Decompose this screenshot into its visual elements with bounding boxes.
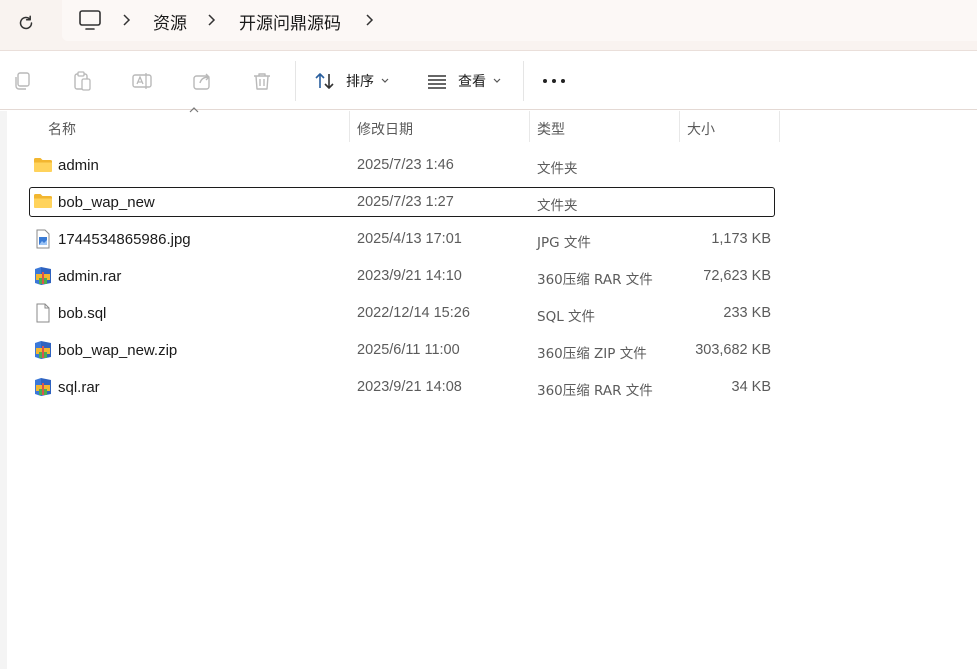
archive-icon [35, 341, 51, 359]
this-pc-icon[interactable] [78, 9, 102, 31]
paste-icon [74, 71, 91, 91]
file-modified: 2025/6/11 11:00 [357, 342, 460, 358]
view-button[interactable]: 查看 [426, 65, 502, 97]
file-size: 34 KB [731, 379, 772, 395]
folder-icon [34, 194, 52, 208]
chevron-right-icon[interactable] [120, 12, 134, 28]
file-name: bob_wap_new.zip [58, 342, 178, 359]
view-list-icon [428, 75, 446, 89]
column-header-name-label: 名称 [48, 122, 76, 138]
file-name: 1744534865986.jpg [58, 231, 191, 248]
sort-label: 排序 [346, 74, 374, 90]
image-file-icon [36, 229, 50, 249]
file-modified: 2023/9/21 14:08 [357, 379, 462, 395]
more-icon [543, 79, 565, 83]
file-size: 233 KB [723, 305, 771, 321]
archive-icon [35, 267, 51, 285]
file-row[interactable]: 1744534865986.jpg 2025/4/13 17:01 JPG 文件… [29, 225, 775, 255]
file-modified: 2023/9/21 14:10 [357, 268, 462, 284]
column-header-modified[interactable]: 修改日期 [350, 111, 528, 142]
file-name: bob_wap_new [58, 194, 155, 211]
column-header-size-label: 大小 [687, 122, 715, 138]
copy-button[interactable] [9, 68, 35, 94]
file-modified: 2025/7/23 1:27 [357, 194, 454, 210]
column-header-name[interactable]: 名称 [38, 111, 349, 142]
column-divider[interactable] [779, 111, 780, 142]
rename-icon [132, 73, 152, 89]
chevron-right-icon[interactable] [363, 12, 377, 28]
file-type: 360压缩 ZIP 文件 [537, 346, 647, 362]
chevron-right-icon[interactable] [205, 12, 219, 28]
address-bar: 资源 开源问鼎源码 [0, 0, 977, 50]
file-size: 72,623 KB [703, 268, 771, 284]
breadcrumb-item-current-folder[interactable]: 开源问鼎源码 [239, 9, 341, 34]
refresh-icon [19, 15, 33, 30]
column-header-type-label: 类型 [537, 122, 565, 138]
paste-button[interactable] [69, 68, 95, 94]
file-name: admin.rar [58, 268, 122, 285]
share-button[interactable] [189, 68, 215, 94]
view-label: 查看 [458, 74, 486, 90]
file-type: 360压缩 RAR 文件 [537, 272, 653, 288]
share-icon [193, 73, 210, 90]
file-row[interactable]: sql.rar 2023/9/21 14:08 360压缩 RAR 文件 34 … [29, 373, 775, 403]
sort-icon [315, 73, 334, 89]
column-header-type[interactable]: 类型 [530, 111, 678, 142]
chevron-down-icon [493, 78, 501, 83]
sort-button[interactable]: 排序 [314, 65, 390, 97]
file-name: admin [58, 157, 99, 174]
column-header-modified-label: 修改日期 [357, 122, 413, 138]
breadcrumb[interactable]: 资源 开源问鼎源码 [62, 0, 977, 41]
file-name: bob.sql [58, 305, 107, 322]
file-modified: 2025/4/13 17:01 [357, 231, 462, 247]
file-type: 文件夹 [537, 161, 578, 177]
rename-button[interactable] [129, 68, 155, 94]
trash-icon [254, 73, 270, 90]
file-modified: 2022/12/14 15:26 [357, 305, 470, 321]
file-row[interactable]: bob_wap_new.zip 2025/6/11 11:00 360压缩 ZI… [29, 336, 775, 366]
file-row[interactable]: bob.sql 2022/12/14 15:26 SQL 文件 233 KB [29, 299, 775, 329]
more-options-button[interactable] [541, 68, 567, 94]
command-bar: 排序 查看 [0, 50, 977, 110]
delete-button[interactable] [249, 68, 275, 94]
toolbar-divider [295, 61, 296, 101]
file-type: 文件夹 [537, 198, 578, 214]
folder-icon [34, 158, 52, 172]
file-size: 1,173 KB [711, 231, 771, 247]
file-type: 360压缩 RAR 文件 [537, 383, 653, 399]
file-row[interactable]: admin 2025/7/23 1:46 文件夹 [29, 151, 775, 181]
file-row[interactable]: admin.rar 2023/9/21 14:10 360压缩 RAR 文件 7… [29, 262, 775, 292]
file-type: JPG 文件 [537, 235, 591, 251]
copy-icon [15, 72, 30, 90]
archive-icon [35, 378, 51, 396]
file-name: sql.rar [58, 379, 100, 396]
file-row-selected[interactable]: bob_wap_new 2025/7/23 1:27 文件夹 [29, 187, 775, 217]
file-icon [36, 303, 50, 323]
chevron-down-icon [381, 78, 389, 83]
toolbar-divider [523, 61, 524, 101]
breadcrumb-item-resources[interactable]: 资源 [153, 9, 187, 34]
file-modified: 2025/7/23 1:46 [357, 157, 454, 173]
navigation-pane-edge [0, 111, 7, 669]
column-header-size[interactable]: 大小 [680, 111, 778, 142]
file-size: 303,682 KB [695, 342, 771, 358]
file-type: SQL 文件 [537, 309, 596, 325]
refresh-button[interactable] [12, 9, 40, 37]
